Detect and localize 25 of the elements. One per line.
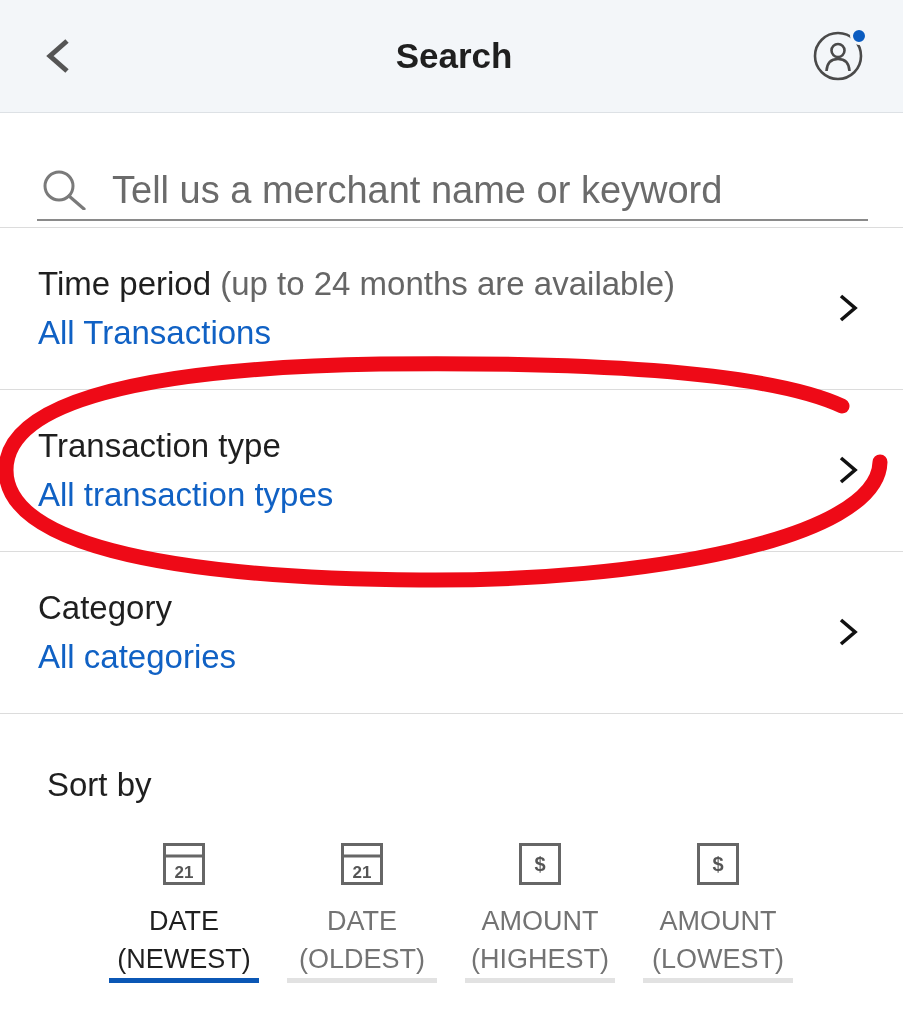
filter-value: All Transactions [38,313,272,353]
sort-tab[interactable]: $ AMOUNT (LOWEST) [643,843,793,983]
user-icon [813,31,863,81]
filter-value: All transaction types [38,475,334,515]
back-icon [45,38,71,74]
chevron-right-icon [838,617,858,647]
chevron-right-icon [838,293,858,323]
chevron-right-icon [838,455,858,485]
sort-tab[interactable]: 21 DATE (NEWEST) [109,843,259,983]
sort-label: Sort by [47,765,153,805]
filter-value: All categories [38,637,237,677]
dollar-icon: $ [519,843,561,885]
filter-label: Time period [38,265,211,302]
filter-label: Category [38,589,172,626]
page-title: Search [395,35,513,77]
filter-note: (up to 24 months are available) [220,265,676,302]
sort-tab[interactable]: 21 DATE (OLDEST) [287,843,437,983]
search-field[interactable]: Tell us a merchant name or keyword [37,161,868,221]
calendar-icon: 21 [341,843,383,885]
back-button[interactable] [45,38,71,74]
dollar-icon: $ [697,843,739,885]
filter-label: Transaction type [38,427,281,464]
calendar-icon: 21 [163,843,205,885]
search-icon [42,170,86,210]
sort-tab[interactable]: $ AMOUNT (HIGHEST) [465,843,615,983]
